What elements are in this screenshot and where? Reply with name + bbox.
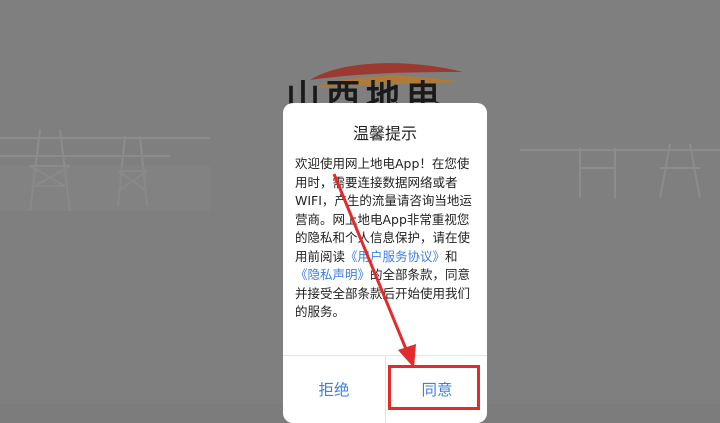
- dialog-title: 温馨提示: [352, 124, 417, 143]
- dialog-text-and: 和: [445, 248, 458, 264]
- power-tower-right-icon: [520, 143, 720, 198]
- annotation-highlight-box: [388, 365, 480, 410]
- power-tower-left-icon: [0, 129, 210, 211]
- red-arrow-annotation-icon: [332, 173, 416, 368]
